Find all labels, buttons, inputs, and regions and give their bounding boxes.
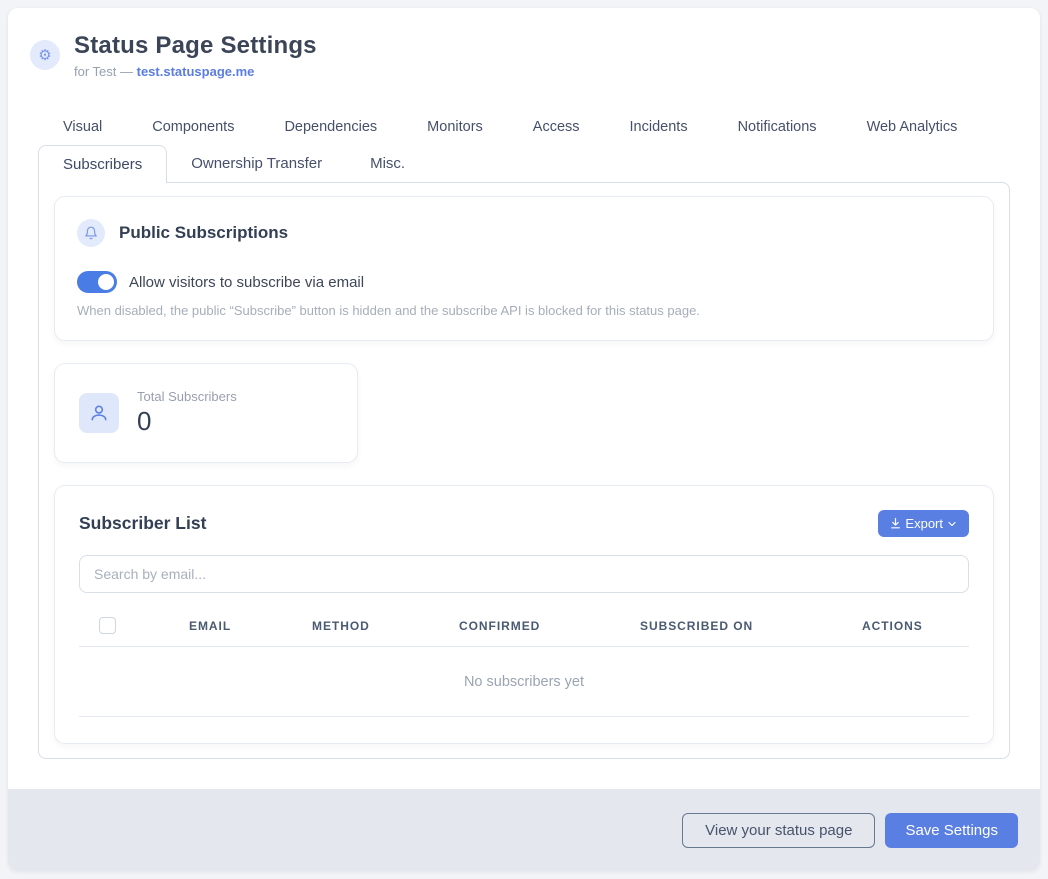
- column-header-confirmed: CONFIRMED: [459, 619, 640, 633]
- download-icon: [889, 517, 902, 530]
- status-page-link[interactable]: test.statuspage.me: [137, 64, 255, 79]
- subscribe-helper-text: When disabled, the public “Subscribe” bu…: [77, 303, 971, 318]
- page-header: ⚙ Status Page Settings for Test — test.s…: [8, 8, 1040, 79]
- tab-visual[interactable]: Visual: [38, 109, 127, 145]
- export-label: Export: [905, 516, 943, 531]
- tab-misc[interactable]: Misc.: [346, 145, 429, 182]
- subscriber-list-title: Subscriber List: [79, 513, 206, 534]
- gear-glyph: ⚙: [38, 46, 51, 64]
- select-all-checkbox[interactable]: [99, 617, 116, 634]
- subscribe-toggle-row: Allow visitors to subscribe via email: [77, 271, 971, 293]
- tab-monitors[interactable]: Monitors: [402, 109, 508, 145]
- tab-web-analytics[interactable]: Web Analytics: [842, 109, 983, 145]
- total-subscribers-value: 0: [137, 406, 237, 437]
- header-text: Status Page Settings for Test — test.sta…: [74, 32, 317, 79]
- tab-components[interactable]: Components: [127, 109, 259, 145]
- tab-ownership-transfer[interactable]: Ownership Transfer: [167, 145, 346, 182]
- subscriber-list-card: Subscriber List Export EMAIL METHO: [55, 486, 993, 743]
- public-subscriptions-card: Public Subscriptions Allow visitors to s…: [55, 197, 993, 340]
- footer-action-bar: View your status page Save Settings: [8, 789, 1040, 871]
- toggle-knob: [98, 274, 114, 290]
- subscriber-list-header: Subscriber List Export: [79, 510, 969, 537]
- public-subscriptions-title: Public Subscriptions: [119, 223, 288, 243]
- tab-subscribers[interactable]: Subscribers: [38, 145, 167, 183]
- subscriber-table-header: EMAIL METHOD CONFIRMED SUBSCRIBED ON ACT…: [79, 605, 969, 647]
- column-header-actions: ACTIONS: [862, 619, 969, 633]
- tab-bar-primary: Visual Components Dependencies Monitors …: [8, 109, 1040, 145]
- bell-icon: [77, 219, 105, 247]
- subtitle-prefix: for Test —: [74, 64, 137, 79]
- page-subtitle: for Test — test.statuspage.me: [74, 64, 317, 79]
- public-subscriptions-header: Public Subscriptions: [77, 219, 971, 247]
- total-subscribers-card: Total Subscribers 0: [55, 364, 357, 462]
- tab-access[interactable]: Access: [508, 109, 605, 145]
- tab-dependencies[interactable]: Dependencies: [259, 109, 402, 145]
- status-page-settings-window: ⚙ Status Page Settings for Test — test.s…: [8, 8, 1040, 871]
- view-status-page-button[interactable]: View your status page: [682, 813, 875, 848]
- chevron-down-icon: [946, 518, 958, 530]
- tab-notifications[interactable]: Notifications: [713, 109, 842, 145]
- person-icon: [79, 393, 119, 433]
- column-header-subscribed-on: SUBSCRIBED ON: [640, 619, 862, 633]
- tab-incidents[interactable]: Incidents: [605, 109, 713, 145]
- export-button[interactable]: Export: [878, 510, 969, 537]
- total-subscribers-label: Total Subscribers: [137, 389, 237, 404]
- column-header-email: EMAIL: [189, 619, 312, 633]
- empty-state-message: No subscribers yet: [79, 647, 969, 717]
- save-settings-button[interactable]: Save Settings: [885, 813, 1018, 848]
- gear-icon: ⚙: [30, 40, 60, 70]
- search-input[interactable]: [79, 555, 969, 593]
- allow-subscribe-toggle[interactable]: [77, 271, 117, 293]
- page-title: Status Page Settings: [74, 32, 317, 60]
- tab-bar-secondary: Subscribers Ownership Transfer Misc.: [8, 145, 1040, 182]
- select-all-cell: [79, 617, 189, 634]
- subscribers-tab-panel: Public Subscriptions Allow visitors to s…: [38, 182, 1010, 759]
- stat-text: Total Subscribers 0: [137, 389, 237, 437]
- column-header-method: METHOD: [312, 619, 459, 633]
- allow-subscribe-label: Allow visitors to subscribe via email: [129, 274, 364, 291]
